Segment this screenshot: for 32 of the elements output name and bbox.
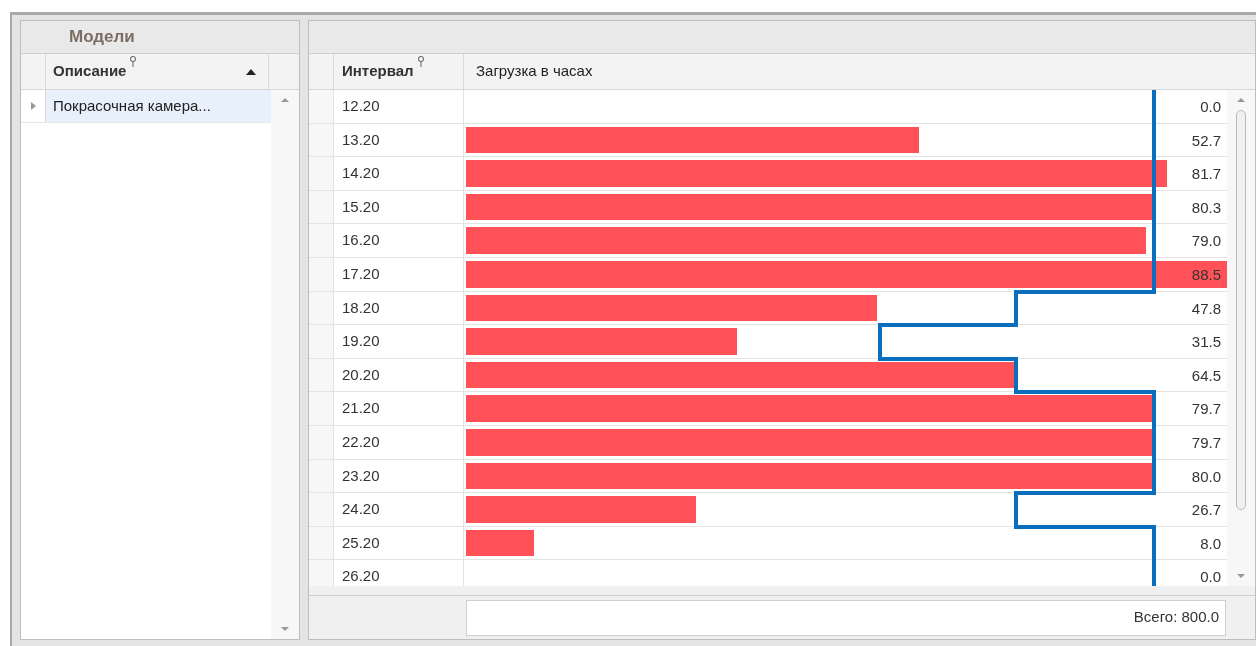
scroll-up-icon[interactable] bbox=[1237, 98, 1245, 102]
scroll-down-icon[interactable] bbox=[281, 627, 289, 631]
panel-title: Модели bbox=[69, 26, 135, 49]
vertical-scrollbar[interactable] bbox=[1227, 90, 1255, 586]
table-cell-text: 47.8 bbox=[1191, 298, 1221, 319]
table-cell-text: 52.7 bbox=[1191, 130, 1221, 151]
scroll-thumb[interactable] bbox=[1236, 110, 1246, 510]
table-cell-text: 26.7 bbox=[1191, 500, 1221, 521]
table-cell-text: 81.7 bbox=[1191, 164, 1221, 185]
total-field: Всего: 800.0 bbox=[466, 599, 1226, 636]
table-cell-text: 80.0 bbox=[1191, 466, 1221, 487]
table-cell-text: 64.5 bbox=[1191, 365, 1221, 386]
filter-pin-icon[interactable] bbox=[129, 56, 138, 68]
table-cell: 12.20 bbox=[334, 90, 464, 124]
table-cell-text: 79.7 bbox=[1191, 399, 1221, 420]
column-header[interactable]: Интервал bbox=[334, 54, 464, 89]
vertical-scrollbar[interactable] bbox=[271, 90, 299, 639]
sort-ascending-icon[interactable] bbox=[246, 68, 256, 75]
table-cell-text: 88.5 bbox=[1191, 264, 1221, 285]
filter-pin-icon[interactable] bbox=[416, 56, 425, 68]
table-cell: 26.20 bbox=[334, 560, 464, 586]
table-cell-text: 79.7 bbox=[1191, 432, 1221, 453]
scroll-up-icon[interactable] bbox=[281, 98, 289, 102]
table-cell-text: 80.3 bbox=[1191, 197, 1221, 218]
table-cell-text: 79.0 bbox=[1191, 231, 1221, 252]
table-cell[interactable]: Покрасочная камера... bbox=[46, 90, 271, 122]
table-cell-text: 31.5 bbox=[1191, 332, 1221, 353]
scroll-down-icon[interactable] bbox=[1237, 574, 1245, 578]
table-cell-text: 8.0 bbox=[1200, 533, 1221, 554]
table-cell-text: 0.0 bbox=[1200, 97, 1221, 117]
column-header[interactable]: Загрузка в часах bbox=[464, 54, 799, 89]
table-cell-text: 0.0 bbox=[1200, 567, 1221, 586]
